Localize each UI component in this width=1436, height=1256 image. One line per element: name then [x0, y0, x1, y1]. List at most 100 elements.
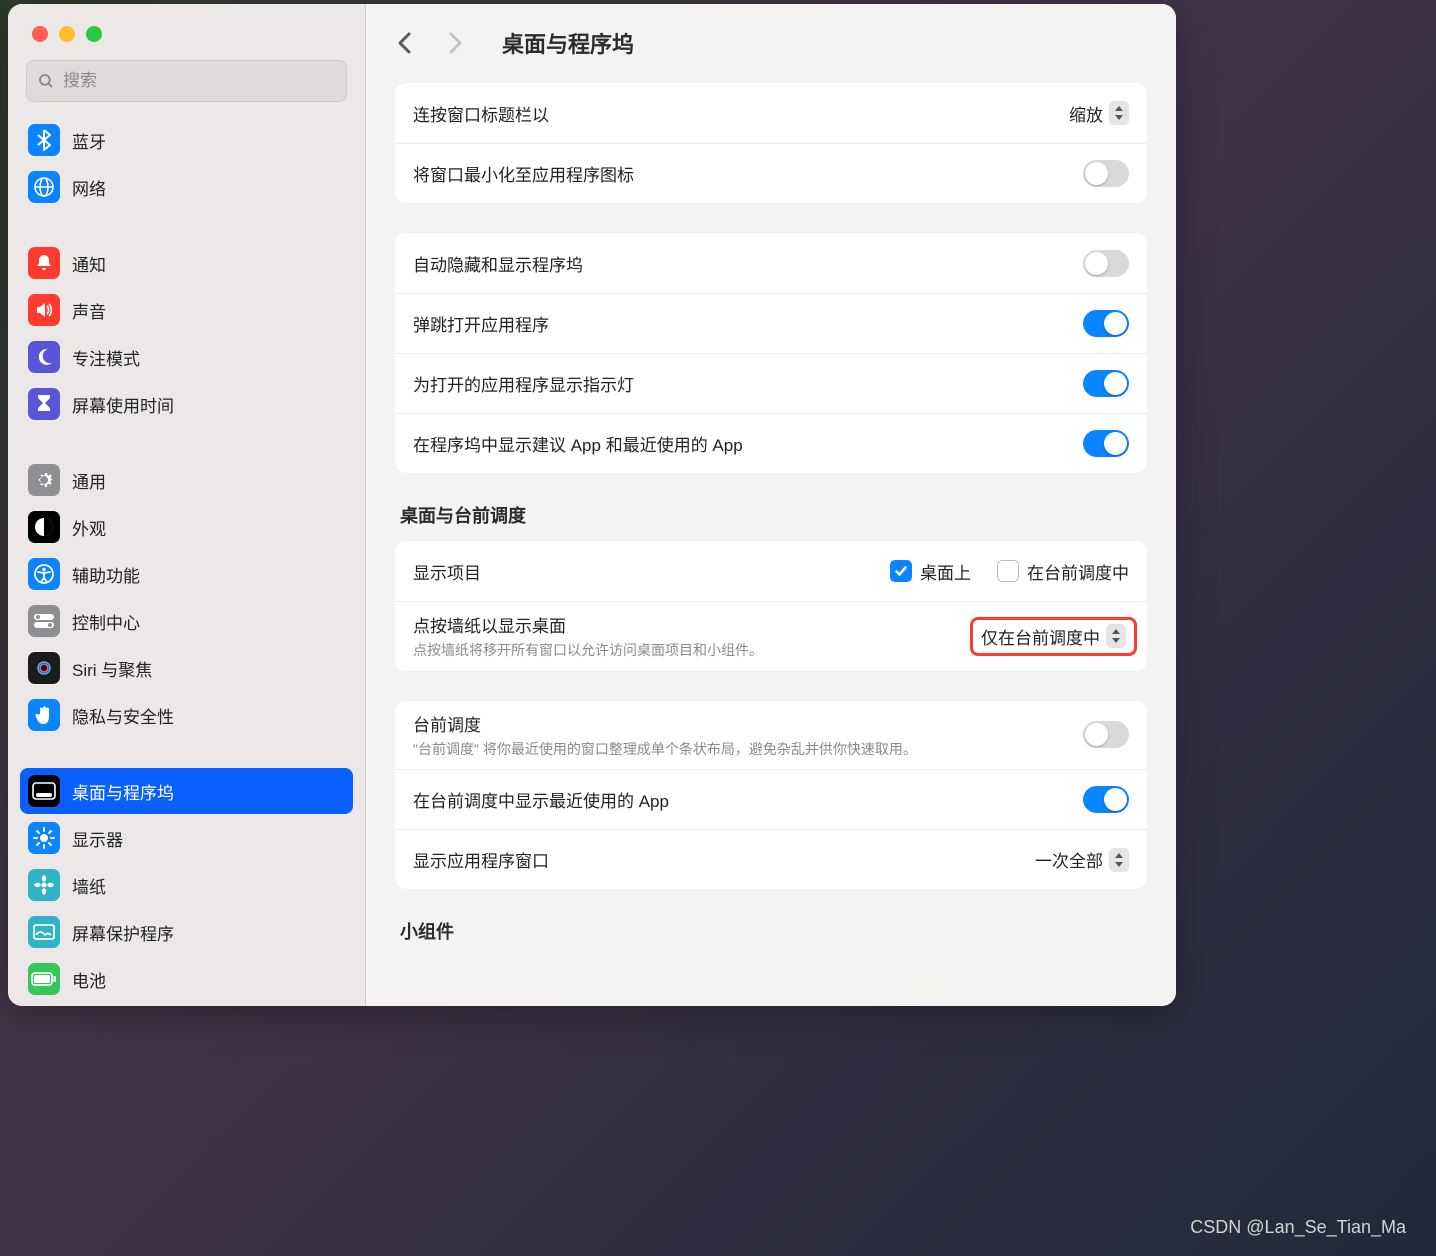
sidebar-item-screensaver[interactable]: 屏幕保护程序: [20, 909, 353, 955]
sidebar-item-general[interactable]: 通用: [20, 457, 353, 503]
sidebar-nav: 蓝牙网络通知声音专注模式屏幕使用时间通用外观辅助功能控制中心 Siri 与聚焦隐私…: [8, 116, 365, 1006]
sidebar-item-label: 蓝牙: [72, 128, 106, 153]
click-wallpaper-popup[interactable]: 仅在台前调度中: [981, 624, 1126, 649]
sidebar-item-displays[interactable]: 显示器: [20, 815, 353, 861]
sidebar-item-appearance[interactable]: 外观: [20, 504, 353, 550]
chevron-updown-icon: [1106, 624, 1126, 648]
sidebar-item-label: 电池: [72, 967, 106, 992]
recent-switch[interactable]: [1083, 430, 1129, 457]
autohide-switch[interactable]: [1083, 250, 1129, 277]
row-show-app-windows: 显示应用程序窗口 一次全部: [395, 829, 1147, 889]
sidebar-item-focus[interactable]: 专注模式: [20, 334, 353, 380]
sidebar-item-label: 隐私与安全性: [72, 703, 174, 728]
row-label: 为打开的应用程序显示指示灯: [413, 371, 1083, 396]
siri-icon: [28, 652, 60, 684]
back-button[interactable]: [388, 26, 422, 60]
globe-icon: [28, 171, 60, 203]
row-label: 台前调度: [413, 711, 1083, 736]
sidebar-item-sound[interactable]: 声音: [20, 287, 353, 333]
sidebar-item-label: 控制中心: [72, 609, 140, 634]
row-stage-manager: 台前调度 "台前调度" 将你最近使用的窗口整理成单个条状布局，避免杂乱并供你快速…: [395, 701, 1147, 770]
row-show-items: 显示项目 桌面上 在台前调度中: [395, 541, 1147, 601]
search-input[interactable]: [26, 60, 347, 102]
sidebar-item-bluetooth[interactable]: 蓝牙: [20, 117, 353, 163]
row-click-wallpaper: 点按墙纸以显示桌面 点按墙纸将移开所有窗口以允许访问桌面项目和小组件。 仅在台前…: [395, 601, 1147, 671]
bounce-switch[interactable]: [1083, 310, 1129, 337]
row-label: 弹跳打开应用程序: [413, 311, 1083, 336]
sidebar-item-battery[interactable]: 电池: [20, 956, 353, 1002]
sidebar: 蓝牙网络通知声音专注模式屏幕使用时间通用外观辅助功能控制中心 Siri 与聚焦隐私…: [8, 4, 366, 1006]
sidebar-item-label: 声音: [72, 298, 106, 323]
sidebar-item-notifications[interactable]: 通知: [20, 240, 353, 286]
double-click-popup[interactable]: 缩放: [1069, 101, 1129, 126]
row-minimize-to-icon: 将窗口最小化至应用程序图标: [395, 143, 1147, 203]
row-label: 在台前调度中显示最近使用的 App: [413, 787, 1083, 812]
settings-group-dock: 自动隐藏和显示程序坞 弹跳打开应用程序 为打开的应用程序显示指示灯 在程序坞中显…: [394, 232, 1148, 474]
sidebar-item-wallpaper[interactable]: 墙纸: [20, 862, 353, 908]
row-label: 自动隐藏和显示程序坞: [413, 251, 1083, 276]
sidebar-item-screentime[interactable]: 屏幕使用时间: [20, 381, 353, 427]
row-label: 在程序坞中显示建议 App 和最近使用的 App: [413, 431, 1083, 456]
content-scroll[interactable]: 连按窗口标题栏以 缩放 将窗口最小化至应用程序图标 自动隐藏和显示程序坞: [366, 82, 1176, 1006]
bell-icon: [28, 247, 60, 279]
watermark: CSDN @Lan_Se_Tian_Ma: [1190, 1217, 1406, 1238]
battery-icon: [28, 963, 60, 995]
popup-value: 缩放: [1069, 101, 1103, 126]
popup-value: 仅在台前调度中: [981, 624, 1100, 649]
sidebar-item-label: 墙纸: [72, 873, 106, 898]
row-sublabel: 点按墙纸将移开所有窗口以允许访问桌面项目和小组件。: [413, 641, 978, 661]
row-label: 将窗口最小化至应用程序图标: [413, 161, 1083, 186]
sidebar-item-label: 显示器: [72, 826, 123, 851]
row-recent-apps: 在程序坞中显示建议 App 和最近使用的 App: [395, 413, 1147, 473]
stage-manager-switch[interactable]: [1083, 721, 1129, 748]
minimize-to-icon-switch[interactable]: [1083, 160, 1129, 187]
screensaver-icon: [28, 916, 60, 948]
sidebar-item-label: 通知: [72, 251, 106, 276]
flower-icon: [28, 869, 60, 901]
checkbox-label: 桌面上: [920, 559, 971, 584]
checkbox-icon: [997, 560, 1019, 582]
sidebar-item-label: 专注模式: [72, 345, 140, 370]
bluetooth-icon: [28, 124, 60, 156]
content-header: 桌面与程序坞: [366, 4, 1176, 82]
annotation-highlight: 仅在台前调度中: [970, 617, 1137, 656]
checkbox-in-stage[interactable]: 在台前调度中: [997, 559, 1129, 584]
switches-icon: [28, 605, 60, 637]
row-label: 显示项目: [413, 559, 890, 584]
sidebar-item-label: Siri 与聚焦: [72, 656, 152, 681]
recent-in-stage-switch[interactable]: [1083, 786, 1129, 813]
dock-icon: [28, 775, 60, 807]
forward-button[interactable]: [438, 26, 472, 60]
row-label: 连按窗口标题栏以: [413, 101, 1069, 126]
indicator-switch[interactable]: [1083, 370, 1129, 397]
checkbox-on-desktop[interactable]: 桌面上: [890, 559, 971, 584]
row-label: 显示应用程序窗口: [413, 847, 1035, 872]
settings-group-stage2: 台前调度 "台前调度" 将你最近使用的窗口整理成单个条状布局，避免杂乱并供你快速…: [394, 700, 1148, 891]
close-button[interactable]: [32, 26, 48, 42]
gear-icon: [28, 464, 60, 496]
sidebar-item-label: 屏幕使用时间: [72, 392, 174, 417]
settings-group-window: 连按窗口标题栏以 缩放 将窗口最小化至应用程序图标: [394, 82, 1148, 204]
search-field[interactable]: [63, 71, 336, 91]
row-sublabel: "台前调度" 将你最近使用的窗口整理成单个条状布局，避免杂乱并供你快速取用。: [413, 740, 1083, 760]
accessibility-icon: [28, 558, 60, 590]
section-title-widgets: 小组件: [400, 918, 1142, 944]
sidebar-item-label: 辅助功能: [72, 562, 140, 587]
minimize-button[interactable]: [59, 26, 75, 42]
hand-icon: [28, 699, 60, 731]
row-recent-in-stage: 在台前调度中显示最近使用的 App: [395, 769, 1147, 829]
row-double-click-titlebar: 连按窗口标题栏以 缩放: [395, 83, 1147, 143]
show-app-windows-popup[interactable]: 一次全部: [1035, 847, 1129, 872]
sidebar-item-privacy[interactable]: 隐私与安全性: [20, 692, 353, 738]
sidebar-item-label: 网络: [72, 175, 106, 200]
checkbox-icon: [890, 560, 912, 582]
sidebar-item-controlcenter[interactable]: 控制中心: [20, 598, 353, 644]
zoom-button[interactable]: [86, 26, 102, 42]
content-pane: 桌面与程序坞 连按窗口标题栏以 缩放 将窗口最小化至应用程序图标: [366, 4, 1176, 1006]
page-title: 桌面与程序坞: [502, 27, 634, 59]
sidebar-item-dock[interactable]: 桌面与程序坞: [20, 768, 353, 814]
sidebar-item-network[interactable]: 网络: [20, 164, 353, 210]
sidebar-item-accessibility[interactable]: 辅助功能: [20, 551, 353, 597]
sidebar-item-siri[interactable]: Siri 与聚焦: [20, 645, 353, 691]
window-controls: [8, 4, 365, 60]
